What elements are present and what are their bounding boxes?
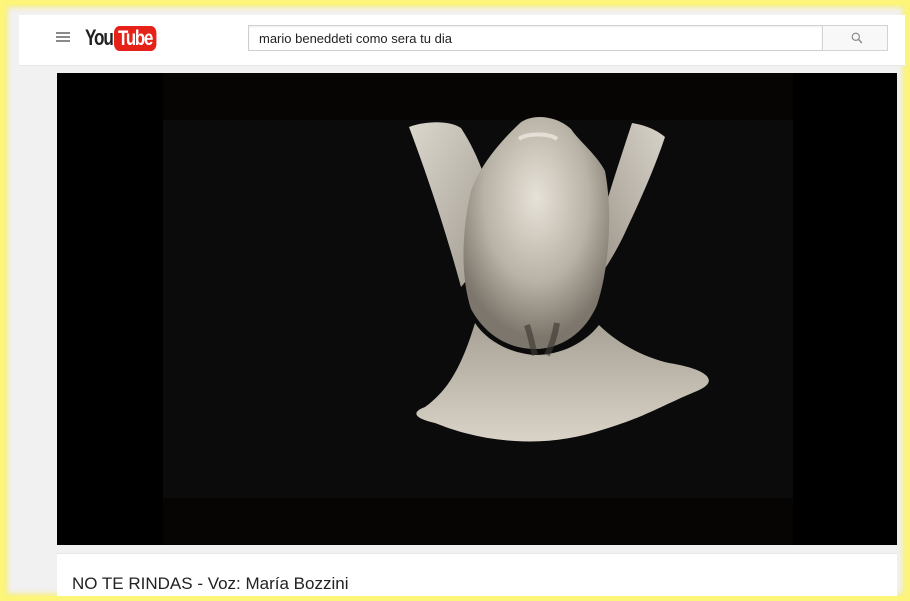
logo-text-tube: Tube: [114, 25, 157, 51]
video-player[interactable]: [57, 73, 897, 545]
search-box: [248, 25, 822, 51]
video-info-panel: NO TE RINDAS - Voz: María Bozzini: [57, 553, 897, 596]
video-title: NO TE RINDAS - Voz: María Bozzini: [72, 574, 349, 593]
search-button[interactable]: [822, 25, 888, 51]
video-frame: [57, 73, 897, 545]
hamburger-menu-icon[interactable]: [56, 31, 70, 43]
search-input[interactable]: [249, 26, 822, 50]
youtube-logo[interactable]: You Tube: [85, 25, 167, 51]
logo-text-you: You: [85, 25, 114, 50]
search-icon: [851, 32, 863, 44]
masthead: You Tube: [19, 15, 905, 66]
screenshot-frame: You Tube mario beneddeti como sera tu di…: [0, 0, 910, 601]
